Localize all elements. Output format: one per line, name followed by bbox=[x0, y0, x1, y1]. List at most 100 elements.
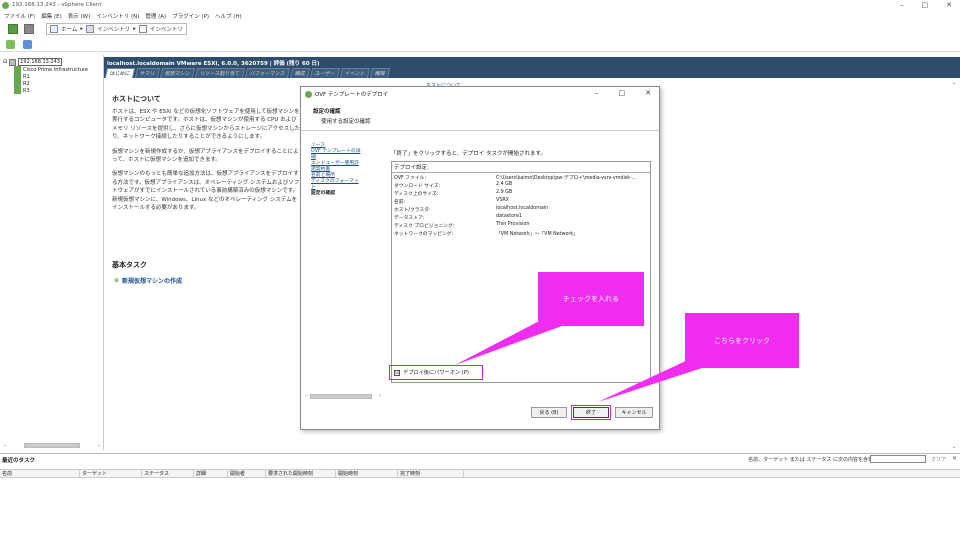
scroll-right-icon[interactable]: › bbox=[98, 443, 100, 449]
basic-tasks-title: 基本タスク bbox=[112, 261, 147, 269]
dialog-title: OVF テンプレートのデプロイ bbox=[315, 92, 389, 98]
back-arrow-icon[interactable] bbox=[8, 24, 18, 34]
menu-edit[interactable]: 編集 (E) bbox=[41, 12, 62, 20]
close-icon[interactable]: ✕ bbox=[946, 1, 952, 9]
scroll-left-icon[interactable]: ‹ bbox=[305, 393, 307, 399]
menu-plugins[interactable]: プラグイン (P) bbox=[172, 12, 209, 20]
tree-root[interactable]: ⊟ 192.168.13.243 bbox=[3, 58, 62, 66]
navigation-bar: ホーム ▸ インベントリ ▸ インベントリ bbox=[0, 22, 960, 36]
column-header[interactable]: ターゲット bbox=[80, 470, 142, 477]
column-header[interactable]: 詳細 bbox=[194, 470, 228, 477]
inventory-tree: ⊟ 192.168.13.243 Cisco Prime Infrastruct… bbox=[0, 55, 104, 450]
forward-arrow-icon[interactable] bbox=[24, 24, 34, 34]
dialog-titlebar: OVF テンプレートのデプロイ – □ ✕ bbox=[301, 87, 659, 101]
menu-view[interactable]: 表示 (W) bbox=[68, 12, 90, 20]
power-on-checkbox[interactable]: ☑ デプロイ後にパワーオン (P) bbox=[389, 365, 483, 380]
dialog-step-subtitle: 使用する設定の確認 bbox=[321, 119, 371, 125]
tab-events[interactable]: イベント bbox=[339, 68, 370, 78]
tab-users[interactable]: ユーザー bbox=[309, 68, 340, 78]
tab-summary[interactable]: サマリ bbox=[134, 68, 161, 78]
settings-value: localhost.localdomain bbox=[496, 206, 549, 211]
column-header[interactable]: 要求された開始時刻 bbox=[266, 470, 336, 477]
tree-item[interactable]: R3 bbox=[14, 87, 30, 94]
settings-key: 名前: bbox=[394, 200, 406, 205]
review-description: 「終了」をクリックすると、デプロイ タスクが開始されます。 bbox=[391, 151, 546, 157]
clear-button[interactable]: クリア bbox=[931, 456, 946, 463]
wizard-step-link[interactable]: ディスクのフォーマット bbox=[311, 179, 361, 191]
content-vertical-scrollbar[interactable]: ⌃ ⌄ bbox=[950, 82, 958, 450]
cancel-button[interactable]: キャンセル bbox=[615, 407, 653, 418]
settings-value: C:\Users\kaimo\Desktop\pw-デプロイ\media-vsr… bbox=[496, 176, 637, 181]
tab-configuration[interactable]: 構成 bbox=[289, 68, 310, 78]
wizard-step-link[interactable]: エンドユーザー使用許諾契約書 bbox=[311, 161, 361, 173]
tree-item-label[interactable]: R2 bbox=[23, 81, 30, 87]
vm-icon bbox=[14, 73, 21, 80]
filter-label: 名前、ターゲット または ステータス に次の内容を含む： bbox=[748, 457, 878, 463]
wizard-step-link[interactable]: OVF テンプレートの詳細 bbox=[311, 149, 361, 161]
column-header[interactable]: 開始者 bbox=[228, 470, 266, 477]
tree-item-label[interactable]: Cisco Prime Infrastructure bbox=[23, 67, 88, 73]
menu-help[interactable]: ヘルプ (H) bbox=[215, 12, 242, 20]
tree-item[interactable]: R2 bbox=[14, 80, 30, 87]
breadcrumb: ホーム ▸ インベントリ ▸ インベントリ bbox=[46, 23, 187, 35]
settings-row: OVF ファイル: C:\Users\kaimo\Desktop\pw-デプロイ\… bbox=[394, 174, 648, 181]
about-host-section: ホストについて ホストは、ESX や ESXi などの仮想化ソフトウェアを使用し… bbox=[112, 94, 302, 218]
menu-admin[interactable]: 管理 (A) bbox=[145, 12, 166, 20]
tree-item[interactable]: Cisco Prime Infrastructure bbox=[14, 66, 88, 73]
new-vm-icon[interactable] bbox=[6, 40, 15, 49]
ovf-icon bbox=[305, 90, 312, 98]
breadcrumb-inventory-2[interactable]: インベントリ bbox=[150, 25, 183, 33]
menu-file[interactable]: ファイル (F) bbox=[4, 12, 35, 20]
dialog-horizontal-scrollbar[interactable]: ‹ › bbox=[305, 392, 565, 400]
scroll-down-icon[interactable]: ⌄ bbox=[950, 443, 958, 450]
close-icon[interactable]: ✕ bbox=[952, 455, 957, 462]
scroll-left-icon[interactable]: ‹ bbox=[4, 443, 6, 449]
settings-value: 2.9 GB bbox=[496, 190, 513, 195]
close-icon[interactable]: ✕ bbox=[645, 89, 651, 97]
settings-key: データストア: bbox=[394, 216, 425, 221]
settings-row: ダウンロード サイズ: 2.4 GB bbox=[394, 182, 648, 189]
callout-click: こちらをクリック bbox=[685, 313, 799, 368]
tab-permissions[interactable]: 権限 bbox=[369, 68, 390, 78]
minimize-icon[interactable]: – bbox=[595, 89, 599, 97]
scroll-right-icon[interactable]: › bbox=[379, 393, 381, 399]
breadcrumb-home[interactable]: ホーム bbox=[61, 25, 77, 33]
wizard-steps: ソース OVF テンプレートの詳細 エンドユーザー使用許諾契約書 名前と場所 デ… bbox=[311, 143, 361, 197]
menu-inventory[interactable]: インベントリ (N) bbox=[96, 12, 139, 20]
column-header[interactable]: 名前 bbox=[0, 470, 80, 477]
about-host-title: ホストについて bbox=[112, 95, 161, 103]
about-host-paragraph: 仮想マシンを新規作成するか、仮想アプライアンスをデプロイすることによって、ホスト… bbox=[112, 148, 299, 164]
maximize-icon[interactable]: □ bbox=[619, 89, 626, 97]
back-button[interactable]: 戻る (B) bbox=[531, 407, 567, 418]
filter-input[interactable] bbox=[870, 455, 926, 463]
maximize-icon[interactable]: □ bbox=[922, 1, 929, 9]
column-header[interactable]: 開始時刻 bbox=[336, 470, 398, 477]
settings-key: ホスト/クラスタ: bbox=[394, 208, 431, 213]
scroll-thumb[interactable] bbox=[310, 393, 372, 399]
column-header[interactable]: ステータス bbox=[142, 470, 194, 477]
create-vm-link-label[interactable]: 新規仮想マシンの作成 bbox=[122, 276, 182, 285]
tab-resource-allocation[interactable]: リソース割り当て bbox=[194, 68, 245, 78]
dialog-buttons: 戻る (B) 終了 キャンセル bbox=[531, 405, 653, 420]
tree-root-label[interactable]: 192.168.13.243 bbox=[18, 58, 62, 66]
tab-getting-started[interactable]: はじめに bbox=[104, 68, 136, 78]
minimize-icon[interactable]: – bbox=[900, 1, 904, 9]
tree-item-label[interactable]: R1 bbox=[23, 74, 30, 80]
tab-performance[interactable]: パフォーマンス bbox=[244, 68, 290, 78]
power-on-label[interactable]: デプロイ後にパワーオン (P) bbox=[403, 369, 469, 376]
app-icon bbox=[2, 2, 9, 9]
tree-item[interactable]: R1 bbox=[14, 73, 30, 80]
settings-row: ネットワークのマッピング: 「VM Network」〜「VM Network」 bbox=[394, 230, 648, 237]
scroll-thumb[interactable] bbox=[24, 443, 80, 448]
tree-horizontal-scrollbar[interactable]: ‹ › bbox=[4, 442, 100, 449]
checkbox-checked-icon[interactable]: ☑ bbox=[394, 369, 400, 376]
collapse-icon[interactable]: ⊟ bbox=[3, 59, 7, 65]
tree-item-label[interactable]: R3 bbox=[23, 88, 30, 94]
finish-button[interactable]: 終了 bbox=[571, 405, 611, 420]
create-vm-link[interactable]: ⊕ 新規仮想マシンの作成 bbox=[114, 276, 182, 285]
plugin-icon[interactable] bbox=[23, 40, 32, 49]
breadcrumb-inventory[interactable]: インベントリ bbox=[97, 25, 130, 33]
column-header[interactable]: 完了時刻 bbox=[398, 470, 464, 477]
scroll-up-icon[interactable]: ⌃ bbox=[950, 82, 958, 89]
tab-virtual-machines[interactable]: 仮想マシン bbox=[159, 68, 196, 78]
